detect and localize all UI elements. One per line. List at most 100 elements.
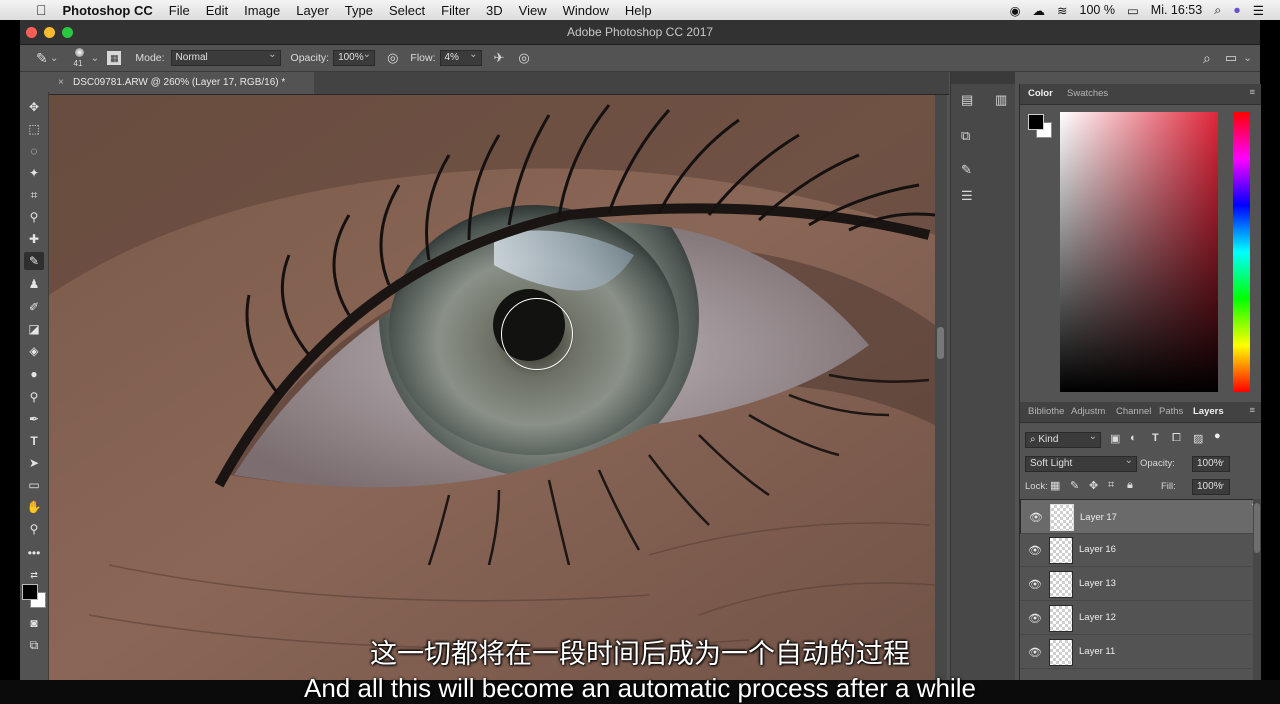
layer-row[interactable]: 👁︎ Layer 16 bbox=[1020, 533, 1252, 567]
layer-filter-select[interactable]: ⌕ Kind bbox=[1025, 430, 1101, 448]
menu-type[interactable]: Type bbox=[337, 3, 381, 18]
tab-paths[interactable]: Paths bbox=[1159, 406, 1183, 417]
filter-toggle-icon[interactable]: ● bbox=[1214, 430, 1221, 442]
zoom-tool-icon[interactable]: ⚲ bbox=[24, 520, 44, 538]
menu-view[interactable]: View bbox=[511, 3, 555, 18]
tab-channels[interactable]: Channel bbox=[1116, 406, 1151, 417]
properties-panel-icon[interactable]: ▥ bbox=[995, 92, 1007, 108]
pressure-size-icon[interactable]: ◎ bbox=[518, 50, 529, 66]
lock-artboard-icon[interactable]: ⌗ bbox=[1108, 479, 1114, 492]
menu-help[interactable]: Help bbox=[617, 3, 660, 18]
color-panel-foreground-swatch[interactable] bbox=[1028, 114, 1044, 130]
swap-colors-icon[interactable]: ⇄ bbox=[24, 566, 44, 584]
history-brush-tool-icon[interactable]: ✐ bbox=[24, 298, 44, 316]
tab-adjustments[interactable]: Adjustm bbox=[1071, 406, 1105, 417]
layer-name[interactable]: Layer 12 bbox=[1079, 612, 1116, 623]
lock-all-icon[interactable]: 🔒︎ bbox=[1127, 479, 1133, 492]
clone-stamp-tool-icon[interactable]: ♟ bbox=[24, 275, 44, 293]
dodge-tool-icon[interactable]: ⚲ bbox=[24, 388, 44, 406]
layer-row[interactable]: 👁︎ Layer 12 bbox=[1020, 601, 1252, 635]
quick-selection-tool-icon[interactable]: ✦ bbox=[24, 164, 44, 182]
visibility-eye-icon[interactable]: 👁︎ bbox=[1028, 612, 1042, 625]
filter-shape-icon[interactable]: ⧠ bbox=[1172, 432, 1181, 445]
visibility-eye-icon[interactable]: 👁︎ bbox=[1028, 578, 1042, 591]
brush-panel-toggle-icon[interactable]: ▦ bbox=[107, 51, 122, 65]
foreground-color-swatch[interactable] bbox=[22, 584, 38, 600]
visibility-eye-icon[interactable]: 👁︎ bbox=[1029, 511, 1043, 525]
eraser-tool-icon[interactable]: ◪ bbox=[24, 320, 44, 338]
blend-mode-select[interactable]: Soft Light bbox=[1025, 454, 1137, 472]
layer-name[interactable]: Layer 16 bbox=[1079, 544, 1116, 555]
lock-position-icon[interactable]: ✥ bbox=[1089, 479, 1098, 492]
chevron-down-icon[interactable]: ⌄ bbox=[50, 52, 59, 64]
filter-pixel-icon[interactable]: ▣ bbox=[1110, 432, 1120, 445]
scrollbar-thumb[interactable] bbox=[937, 327, 944, 359]
paint-bucket-tool-icon[interactable]: ◈ bbox=[24, 342, 44, 360]
fill-field[interactable]: 100% bbox=[1192, 477, 1230, 495]
brush-tool-icon[interactable]: ✎ bbox=[24, 252, 44, 270]
creative-cloud-icon[interactable]: ☁ bbox=[1033, 3, 1046, 18]
search-icon[interactable]: ⌕ bbox=[1203, 50, 1211, 67]
menu-image[interactable]: Image bbox=[236, 3, 288, 18]
document-canvas[interactable] bbox=[49, 95, 935, 680]
blur-tool-icon[interactable]: ● bbox=[24, 365, 44, 383]
healing-brush-tool-icon[interactable]: ✚ bbox=[24, 230, 44, 248]
wifi-icon[interactable]: ≋ bbox=[1057, 3, 1067, 18]
eyedropper-tool-icon[interactable]: ⚲ bbox=[24, 208, 44, 226]
path-selection-tool-icon[interactable]: ➤ bbox=[24, 454, 44, 472]
siri-icon[interactable]: ● bbox=[1233, 3, 1241, 17]
mode-select[interactable]: Normal bbox=[170, 48, 281, 66]
workspace-icon[interactable]: ▭ bbox=[1225, 50, 1237, 66]
record-icon[interactable]: ◉ bbox=[1010, 3, 1021, 18]
tab-libraries[interactable]: Bibliothe bbox=[1028, 406, 1064, 417]
airbrush-icon[interactable]: ✈ bbox=[494, 50, 505, 66]
notification-center-icon[interactable]: ☰ bbox=[1253, 3, 1264, 18]
document-tab[interactable]: × DSC09781.ARW @ 260% (Layer 17, RGB/16)… bbox=[49, 72, 314, 94]
lock-transparent-icon[interactable]: ▦ bbox=[1050, 479, 1060, 492]
pressure-opacity-icon[interactable]: ◎ bbox=[387, 50, 398, 66]
flow-field[interactable]: 4% bbox=[439, 48, 482, 66]
adjustments-sliders-icon[interactable]: ☰ bbox=[961, 188, 973, 204]
history-panel-icon[interactable]: ▤ bbox=[961, 92, 973, 108]
filter-type-icon[interactable]: T bbox=[1152, 432, 1159, 444]
clock[interactable]: Mi. 16:53 bbox=[1151, 3, 1202, 17]
layer-opacity-field[interactable]: 100% bbox=[1192, 454, 1230, 472]
menu-window[interactable]: Window bbox=[555, 3, 617, 18]
clone-source-panel-icon[interactable]: ⧉ bbox=[961, 128, 970, 144]
panel-menu-icon[interactable]: ≡ bbox=[1249, 87, 1255, 98]
move-tool-icon[interactable]: ✥ bbox=[24, 98, 44, 116]
lasso-tool-icon[interactable]: ◌ bbox=[24, 142, 44, 160]
tab-swatches[interactable]: Swatches bbox=[1067, 88, 1108, 99]
crop-tool-icon[interactable]: ⌗ bbox=[24, 186, 44, 204]
scrollbar-thumb[interactable] bbox=[1254, 503, 1260, 553]
rectangle-tool-icon[interactable]: ▭ bbox=[24, 476, 44, 494]
more-tools-icon[interactable]: ••• bbox=[24, 544, 44, 562]
menu-edit[interactable]: Edit bbox=[198, 3, 236, 18]
menu-filter[interactable]: Filter bbox=[433, 3, 478, 18]
marquee-tool-icon[interactable]: ⬚ bbox=[24, 120, 44, 138]
panel-menu-icon[interactable]: ≡ bbox=[1249, 405, 1255, 416]
battery-label[interactable]: 100 % bbox=[1080, 3, 1115, 17]
spotlight-icon[interactable]: ⌕ bbox=[1214, 3, 1221, 18]
layer-name[interactable]: Layer 17 bbox=[1080, 511, 1117, 525]
pen-tool-icon[interactable]: ✒ bbox=[24, 410, 44, 428]
menu-select[interactable]: Select bbox=[381, 3, 433, 18]
type-tool-icon[interactable]: T bbox=[24, 432, 44, 450]
tab-color[interactable]: Color bbox=[1028, 88, 1053, 99]
menu-file[interactable]: File bbox=[161, 3, 198, 18]
filter-adjustment-icon[interactable]: ◐ bbox=[1130, 432, 1137, 444]
canvas-vertical-scrollbar[interactable] bbox=[935, 95, 947, 680]
close-tab-icon[interactable]: × bbox=[58, 72, 64, 94]
color-picker-field[interactable] bbox=[1060, 112, 1218, 392]
tab-layers[interactable]: Layers bbox=[1193, 406, 1224, 417]
quick-mask-icon[interactable]: ◙ bbox=[24, 614, 44, 632]
opacity-field[interactable]: 100% bbox=[333, 48, 376, 66]
visibility-eye-icon[interactable]: 👁︎ bbox=[1028, 544, 1042, 557]
hand-tool-icon[interactable]: ✋ bbox=[24, 498, 44, 516]
chevron-down-icon[interactable]: ⌄ bbox=[1243, 52, 1252, 64]
menu-3d[interactable]: 3D bbox=[478, 3, 511, 18]
layer-row[interactable]: 👁︎ Layer 17 bbox=[1020, 499, 1261, 534]
menu-layer[interactable]: Layer bbox=[288, 3, 337, 18]
brush-tool-preset-icon[interactable]: ✎ bbox=[36, 50, 48, 67]
layer-row[interactable]: 👁︎ Layer 13 bbox=[1020, 567, 1252, 601]
